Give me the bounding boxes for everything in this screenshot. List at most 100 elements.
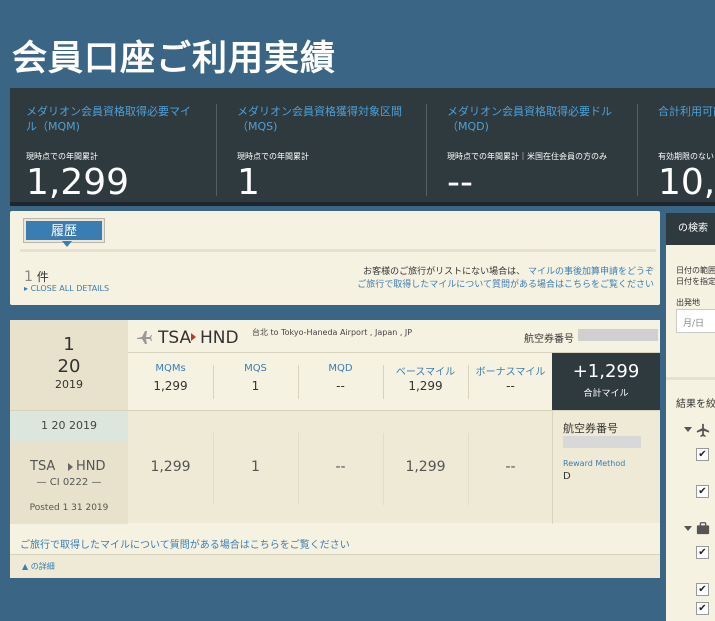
retro-credit-link[interactable]: マイルの事後加算申請をどうぞ <box>528 267 654 277</box>
transaction-card: 1 20 2019 TSA HND 台北 to Tokyo-Haneda Air… <box>10 320 660 578</box>
detail-bonus-miles: -- <box>505 459 516 475</box>
summary-value: 1 <box>237 162 260 203</box>
total-miles-value: +1,299 <box>572 361 640 382</box>
stat-base-miles: ベースマイル 1,299 <box>383 353 468 410</box>
result-count-number: 1 <box>24 269 33 285</box>
close-all-details-label: CLOSE ALL DETAILS <box>30 284 110 293</box>
airplane-icon <box>137 331 152 344</box>
summary-divider <box>216 104 217 196</box>
summary-value: -- <box>447 162 473 203</box>
stat-mqm: MQMs 1,299 <box>128 353 213 410</box>
miles-question-link[interactable]: ご旅行で取得したマイルについて質問がある場合はこちらをご覧ください <box>20 536 350 551</box>
airplane-icon <box>696 423 710 437</box>
detail-ticket-info: 航空券番号 Reward Method D <box>552 411 660 524</box>
filter-checkbox[interactable]: ✔ <box>696 583 709 596</box>
briefcase-icon <box>696 522 710 535</box>
stat-value: 1,299 <box>408 379 443 393</box>
stat-value: -- <box>506 379 515 393</box>
summary-label: メダリオン会員資格獲得対象区間（MQS) <box>237 105 402 133</box>
date-range-hint-line1: 日付の範囲 <box>676 266 715 275</box>
summary-label: メダリオン会員資格取得必要ドル（MQD) <box>447 105 612 133</box>
result-count: 1 件 <box>24 268 49 285</box>
transaction-year: 2019 <box>55 378 83 391</box>
stat-mqd: MQD -- <box>298 353 383 410</box>
summary-sublabel: 現時点での年間累計｜米国在住会員の方のみ <box>447 152 607 161</box>
transaction-day: 20 <box>57 356 81 377</box>
total-miles-label: 合計マイル <box>583 389 629 399</box>
route-destination: HND <box>200 328 239 348</box>
detail-base-miles: 1,299 <box>405 459 446 475</box>
filter-results-label: 結果を絞 <box>676 399 715 410</box>
missing-trip-note: お客様のご旅行がリストにない場合は、 マイルの事後加算申請をどうぞ <box>363 264 654 277</box>
stat-header: MQMs <box>155 363 186 374</box>
flight-number: — CI 0222 — <box>36 477 102 488</box>
summary-divider <box>637 104 638 196</box>
summary-sublabel: 現時点での年間累計 <box>237 152 309 161</box>
stat-header: ベースマイル <box>395 367 456 378</box>
summary-label: メダリオン会員資格取得必要マイル（MQM) <box>26 105 191 133</box>
detail-mqm: 1,299 <box>150 459 191 475</box>
reward-method-label: Reward Method <box>563 459 626 468</box>
stat-value: 1 <box>251 379 260 393</box>
close-all-details-link[interactable]: ▸ CLOSE ALL DETAILS <box>24 284 109 293</box>
missing-trip-text: お客様のご旅行がリストにない場合は、 <box>363 267 526 277</box>
divider <box>20 249 656 252</box>
stat-header: MQS <box>244 363 267 374</box>
transaction-month: 1 <box>63 334 75 355</box>
summary-panel: メダリオン会員資格取得必要マイル（MQM) 現時点での年間累計 1,299 メダ… <box>10 88 715 206</box>
stat-mqs: MQS 1 <box>213 353 298 410</box>
detail-ticket-redacted <box>563 436 641 448</box>
history-panel: 履歴 1 件 ▸ CLOSE ALL DETAILS お客様のご旅行がリストにな… <box>10 211 660 305</box>
detail-origin: TSA <box>30 459 56 474</box>
route-description: 台北 to Tokyo-Haneda Airport , Japan , JP <box>252 328 413 337</box>
detail-flight-info: 1 20 2019 TSA HND — CI 0222 — Posted 1 3… <box>10 411 128 524</box>
miles-question-link[interactable]: ご旅行で取得したマイルについて質問がある場合はこちらをご覧ください <box>357 277 654 290</box>
detail-ticket-label: 航空券番号 <box>563 422 618 435</box>
filter-checkbox[interactable]: ✔ <box>696 546 709 559</box>
date-range-hint-line2: 日付を指定 <box>676 277 715 286</box>
result-count-unit: 件 <box>36 270 49 284</box>
transaction-detail: 1 20 2019 TSA HND — CI 0222 — Posted 1 3… <box>10 410 660 524</box>
detail-destination: HND <box>76 459 106 474</box>
summary-sublabel: 有効期限のない <box>658 152 714 161</box>
stat-bonus-miles: ボーナスマイル -- <box>468 353 553 410</box>
caret-up-icon: ▲ <box>22 562 29 571</box>
summary-label: 合計利用可能 <box>658 105 715 118</box>
search-sidebar: の検索 日付の範囲 日付を指定 出発地 月/日 結果を絞 ✔ ✔ ✔ ✔ ✔ <box>666 213 715 621</box>
route-header: TSA HND 台北 to Tokyo-Haneda Airport , Jap… <box>128 320 660 353</box>
summary-value: 10,7 <box>658 162 715 203</box>
details-toggle[interactable]: ▲ の詳細 <box>10 554 660 578</box>
detail-mqd: -- <box>335 459 346 475</box>
chevron-down-icon[interactable] <box>684 526 692 531</box>
tab-history[interactable]: 履歴 <box>23 218 105 247</box>
route-arrow-icon <box>191 333 196 341</box>
divider <box>666 377 715 380</box>
stat-header: ボーナスマイル <box>475 367 546 378</box>
filter-checkbox[interactable]: ✔ <box>696 485 709 498</box>
detail-mqs: 1 <box>251 459 260 475</box>
filter-checkbox[interactable]: ✔ <box>696 602 709 615</box>
stat-header: MQD <box>328 363 353 374</box>
transaction-stats: MQMs 1,299 MQS 1 MQD -- ベースマイル 1,299 ボーナ… <box>128 353 552 410</box>
details-toggle-label: ▲ の詳細 <box>22 561 55 572</box>
details-toggle-text: の詳細 <box>30 562 55 571</box>
summary-divider <box>426 104 427 196</box>
stat-value: 1,299 <box>153 379 188 393</box>
ticket-number-label: 航空券番号 <box>524 334 574 345</box>
reward-method-value: D <box>563 471 571 482</box>
stat-value: -- <box>336 379 345 393</box>
filter-checkbox[interactable]: ✔ <box>696 448 709 461</box>
sidebar-heading: の検索 <box>666 213 715 245</box>
page-title: 会員口座ご利用実績 <box>12 39 337 79</box>
departure-label: 出発地 <box>676 298 700 307</box>
departure-date-input[interactable]: 月/日 <box>676 309 715 333</box>
ticket-number-redacted <box>578 329 658 341</box>
total-miles-box: +1,299 合計マイル <box>552 353 660 410</box>
route-origin: TSA <box>158 328 192 348</box>
chevron-down-icon[interactable] <box>684 427 692 432</box>
route-arrow-icon <box>68 463 73 471</box>
detail-date: 1 20 2019 <box>10 411 128 441</box>
summary-value: 1,299 <box>26 162 130 203</box>
transaction-date: 1 20 2019 <box>10 320 128 410</box>
posted-date: Posted 1 31 2019 <box>29 503 109 513</box>
